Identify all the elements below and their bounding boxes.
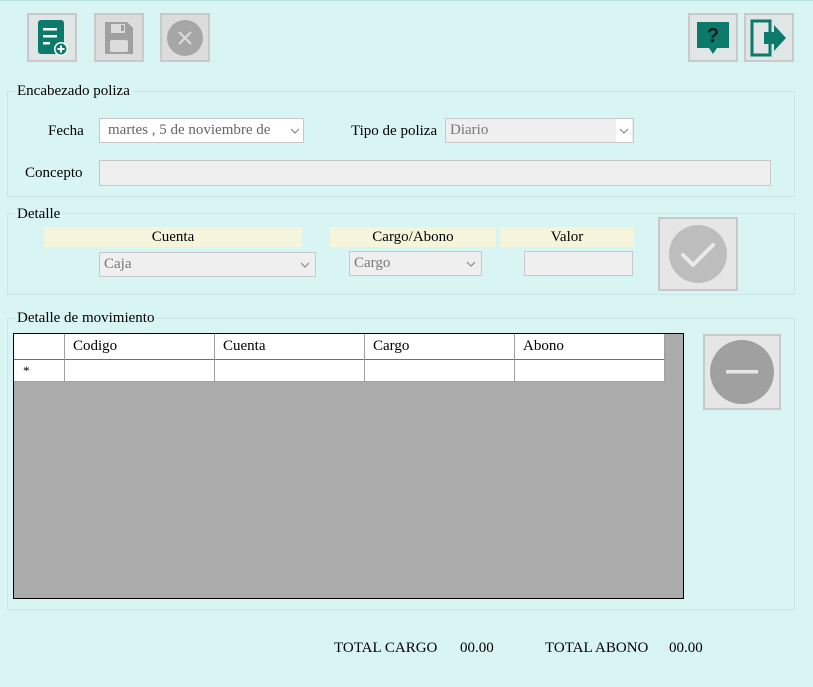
help-button[interactable]: ? — [688, 13, 738, 62]
cell-cargo[interactable] — [365, 360, 515, 382]
movimiento-title: Detalle de movimiento — [15, 310, 157, 326]
total-cargo-value: 00.00 — [460, 640, 494, 656]
exit-button[interactable] — [744, 13, 794, 62]
new-row-marker: * — [14, 360, 65, 382]
valor-input[interactable] — [524, 251, 633, 276]
chevron-down-icon[interactable] — [616, 119, 632, 142]
minus-icon — [710, 340, 774, 404]
row-header-corner — [14, 334, 65, 360]
help-icon: ? — [697, 21, 729, 54]
column-header-abono[interactable]: Abono — [515, 334, 665, 360]
fecha-date-picker[interactable]: martes , 5 de noviembre de — [99, 118, 304, 143]
remove-row-button[interactable] — [703, 334, 781, 410]
concepto-label: Concepto — [25, 165, 83, 181]
checkmark-icon — [669, 225, 727, 283]
chevron-down-icon[interactable] — [287, 119, 303, 142]
chevron-down-icon[interactable] — [464, 252, 478, 275]
total-abono-value: 00.00 — [669, 640, 703, 656]
total-cargo-label: TOTAL CARGO — [334, 640, 438, 656]
column-header-cargo[interactable]: Cargo — [365, 334, 515, 360]
cell-abono[interactable] — [515, 360, 665, 382]
cuenta-select[interactable]: Caja — [99, 252, 316, 277]
close-icon — [167, 19, 203, 56]
movimiento-grid[interactable]: Codigo Cuenta Cargo Abono * — [13, 333, 684, 599]
column-header-cuenta[interactable]: Cuenta — [215, 334, 365, 360]
cuenta-header: Cuenta — [44, 227, 302, 247]
add-detalle-button[interactable] — [658, 217, 738, 291]
exit-icon — [750, 19, 786, 56]
new-document-icon — [38, 19, 68, 56]
concepto-input[interactable] — [99, 160, 771, 186]
save-button[interactable] — [94, 13, 144, 62]
valor-header: Valor — [500, 227, 634, 247]
cargo-abono-header: Cargo/Abono — [330, 227, 496, 247]
floppy-disk-icon — [105, 21, 133, 54]
column-header-codigo[interactable]: Codigo — [65, 334, 215, 360]
fecha-label: Fecha — [48, 123, 84, 139]
cell-codigo[interactable] — [65, 360, 215, 382]
cell-cuenta[interactable] — [215, 360, 365, 382]
tipo-poliza-select[interactable]: Diario — [445, 118, 634, 143]
chevron-down-icon[interactable] — [298, 253, 312, 276]
tipo-poliza-label: Tipo de poliza — [351, 123, 438, 139]
cargo-abono-select[interactable]: Cargo — [349, 251, 482, 276]
svg-text:?: ? — [707, 25, 719, 47]
cuenta-value: Caja — [104, 256, 132, 272]
fecha-value: martes , 5 de noviembre de — [108, 122, 271, 138]
detalle-title: Detalle — [15, 206, 63, 222]
new-poliza-button[interactable] — [27, 13, 77, 62]
tipo-poliza-value: Diario — [450, 122, 489, 138]
cargo-abono-value: Cargo — [354, 255, 391, 271]
total-abono-label: TOTAL ABONO — [545, 640, 649, 656]
cancel-button[interactable] — [160, 13, 210, 62]
encabezado-title: Encabezado poliza — [15, 83, 132, 99]
